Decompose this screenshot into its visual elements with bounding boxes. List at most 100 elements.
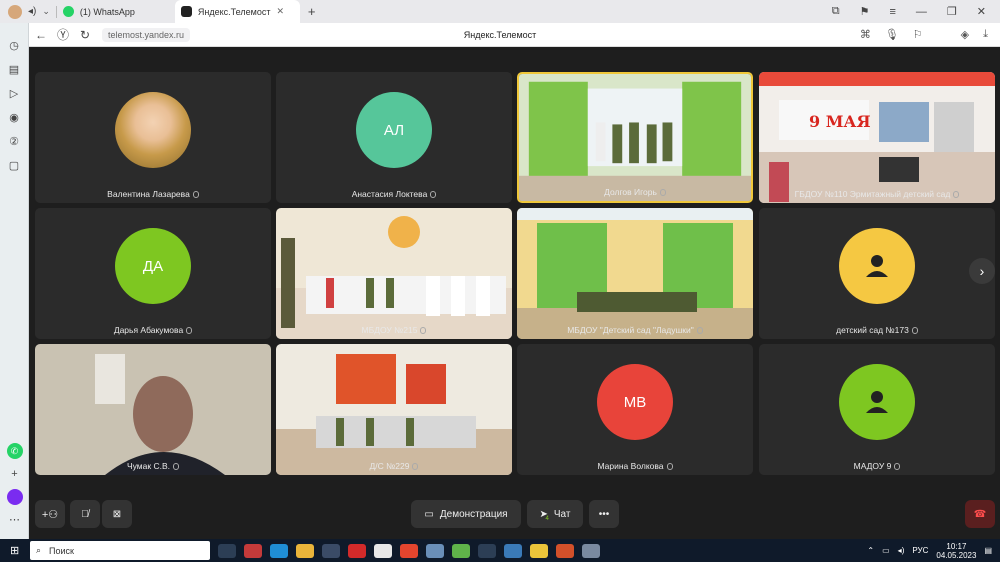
network-icon[interactable]: ▭	[882, 546, 890, 555]
app-icon[interactable]	[478, 543, 496, 558]
participant-tile[interactable]: МАДОУ 9	[759, 344, 995, 475]
image-viewer-icon[interactable]	[426, 543, 444, 558]
profile-avatar[interactable]	[8, 4, 22, 19]
mic-off-icon	[430, 191, 437, 199]
windows-start-icon[interactable]: ⊞	[10, 544, 19, 557]
add-icon[interactable]: +	[8, 467, 22, 481]
sound-icon[interactable]: ◂)	[28, 6, 36, 17]
url-field[interactable]: telemost.yandex.ru	[102, 27, 191, 42]
chat-button[interactable]: ➤ 4 Чат	[527, 500, 583, 528]
opera-icon[interactable]	[348, 543, 366, 558]
more-icon: •••	[598, 508, 610, 520]
bookmark-add-icon[interactable]: ⚐	[913, 28, 923, 41]
mic-off-icon: 🎙̸	[81, 508, 89, 520]
mic-off-icon	[192, 191, 199, 199]
yandex-browser-icon[interactable]	[374, 543, 392, 558]
participant-tile[interactable]: детский сад №173	[759, 208, 995, 339]
minimize-button[interactable]: —	[916, 6, 927, 18]
mic-off-icon	[420, 327, 427, 335]
participant-name: МБДОУ "Детский сад "Ладушки"	[567, 325, 694, 335]
participant-tile[interactable]: ДА Дарья Абакумова	[35, 208, 271, 339]
video-feed	[276, 344, 512, 475]
window-icon[interactable]: ▢	[7, 159, 21, 173]
pdf-app-icon[interactable]	[244, 543, 262, 558]
app-window: ◂) ⌄ (1) WhatsApp Яндекс.Телемост ✕ + ⧉ …	[0, 0, 1000, 562]
participant-tile[interactable]: АЛ Анастасия Локтева	[276, 72, 512, 203]
alice-icon[interactable]	[6, 489, 23, 505]
more-icon[interactable]: ⋯	[8, 513, 22, 527]
close-window-button[interactable]: ✕	[977, 5, 986, 18]
mic-off-icon	[953, 191, 960, 199]
store-icon[interactable]	[322, 543, 340, 558]
mic-toggle-button[interactable]: 🎙̸	[70, 500, 100, 528]
invite-button[interactable]: +⚇	[35, 500, 65, 528]
chevron-up-icon[interactable]: ⌃	[867, 546, 874, 555]
language-indicator[interactable]: РУС	[912, 546, 928, 555]
whatsapp-icon	[62, 6, 74, 17]
participant-tile[interactable]: МБДОУ №215	[276, 208, 512, 339]
tab-telemost[interactable]: Яндекс.Телемост ✕	[174, 0, 300, 23]
yandex-icon[interactable]: Ⓨ	[52, 26, 74, 43]
collections-icon[interactable]: ▤	[7, 63, 21, 77]
hang-up-button[interactable]: ☎	[965, 500, 995, 528]
tab-label: (1) WhatsApp	[79, 6, 135, 17]
speaker-icon[interactable]: ◂)	[898, 546, 905, 555]
mic-off-icon	[412, 463, 419, 471]
mic-icon[interactable]: 🎙	[885, 28, 899, 41]
more-options-button[interactable]: •••	[589, 500, 619, 528]
participant-tile[interactable]: Д/С №229	[276, 344, 512, 475]
participant-tile[interactable]: Валентина Лазарева	[35, 72, 271, 203]
extension-icon[interactable]: ◈	[961, 28, 969, 41]
close-icon[interactable]: ✕	[276, 6, 284, 17]
window-controls: ⧉ ⚑ ≡ — ❐ ✕	[832, 0, 1000, 23]
zen-icon[interactable]: ◉	[7, 111, 21, 125]
camera-toggle-button[interactable]: ⊠	[102, 500, 132, 528]
initials: АЛ	[383, 121, 405, 139]
participant-tile[interactable]: МВ Марина Волкова	[517, 344, 753, 475]
screen-share-icon: ▭	[424, 508, 434, 520]
initials: ДА	[142, 257, 164, 275]
file-explorer-icon[interactable]	[296, 543, 314, 558]
date: 04.05.2023	[936, 550, 977, 560]
powerpoint-icon[interactable]	[556, 543, 574, 558]
participant-tile[interactable]: 9 МАЯ ГБДОУ №110 Эрмитажный детский сад	[759, 72, 995, 203]
participant-name: Долгов Игорь	[604, 187, 657, 197]
initials: МВ	[623, 393, 647, 411]
download-icon[interactable]: ⤓	[983, 28, 988, 41]
tabs-icon[interactable]: ⧉	[832, 5, 840, 18]
participant-name: Д/С №229	[369, 461, 410, 471]
screen-share-button[interactable]: ▭ Демонстрация	[411, 500, 521, 528]
number-2-icon[interactable]: ②	[7, 135, 21, 149]
participant-tile[interactable]: МБДОУ "Детский сад "Ладушки"	[517, 208, 753, 339]
anydesk-icon[interactable]	[400, 543, 418, 558]
whatsapp-icon[interactable]: ✆	[6, 443, 23, 459]
participant-tile-active-speaker[interactable]: Долгов Игорь	[517, 72, 753, 203]
participant-name: Чумак С.В.	[126, 461, 170, 471]
bookmark-icon[interactable]: ⚑	[860, 5, 870, 18]
edge-icon[interactable]	[270, 543, 288, 558]
photo-app-icon[interactable]	[504, 543, 522, 558]
game-app-icon[interactable]	[452, 543, 470, 558]
participant-tile[interactable]: Чумак С.В.	[35, 344, 271, 475]
time: 10:17	[946, 541, 967, 551]
video-icon[interactable]: ▷	[7, 87, 21, 101]
chevron-down-icon[interactable]: ⌄	[42, 6, 50, 17]
task-view-icon[interactable]	[218, 543, 236, 558]
reload-icon[interactable]: ↻	[74, 28, 96, 42]
chrome-icon[interactable]	[530, 543, 548, 558]
taskbar-search[interactable]: ⌕ Поиск	[30, 541, 210, 560]
maximize-button[interactable]: ❐	[947, 5, 957, 18]
translate-icon[interactable]: ⌘	[860, 28, 871, 41]
back-icon[interactable]: ←	[30, 28, 52, 42]
menu-icon[interactable]: ≡	[889, 6, 895, 18]
clock[interactable]: 10:17 04.05.2023	[936, 542, 976, 560]
tab-whatsapp[interactable]: (1) WhatsApp	[57, 0, 175, 23]
chat-label: Чат	[553, 508, 571, 520]
active-app-icon[interactable]	[582, 543, 600, 558]
next-page-button[interactable]: ›	[969, 258, 995, 284]
notification-icon[interactable]: ▤	[984, 546, 992, 555]
mic-off-icon	[696, 327, 703, 335]
hang-up-icon: ☎	[973, 508, 987, 520]
new-tab-button[interactable]: +	[308, 4, 316, 19]
history-icon[interactable]: ◷	[7, 39, 21, 53]
